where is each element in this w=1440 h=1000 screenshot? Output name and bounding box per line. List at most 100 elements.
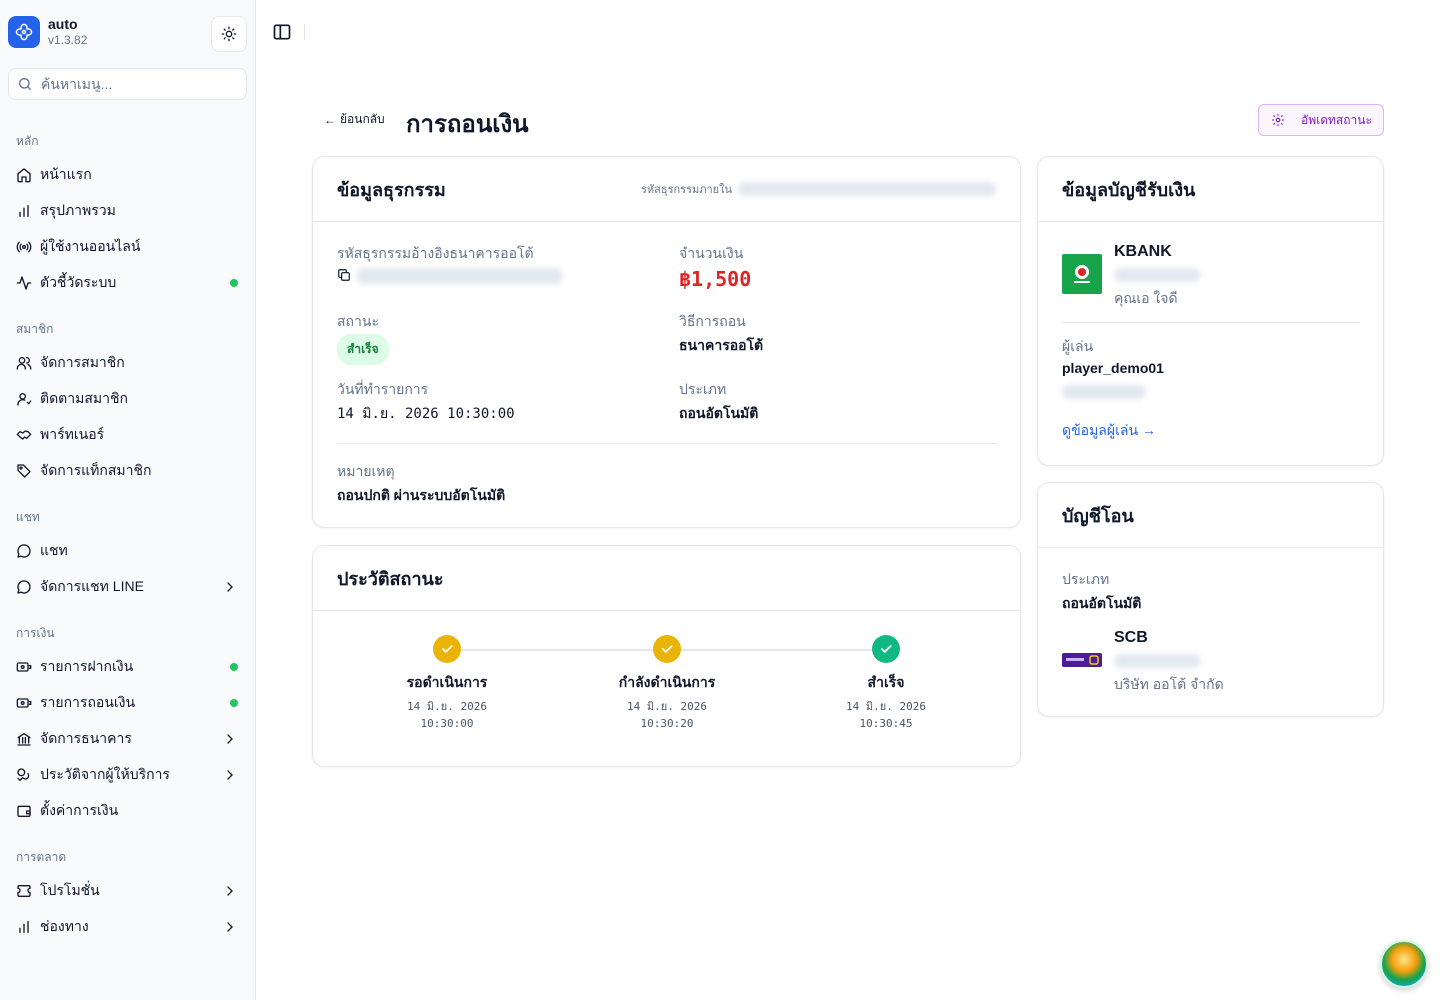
users-icon <box>16 355 32 371</box>
transfer-account-card: บัญชีโอน ประเภท ถอนอัตโนมัติ SCB บริษัท … <box>1037 482 1384 717</box>
scb-logo-icon <box>1062 653 1102 667</box>
amount-label: จำนวนเงิน <box>679 245 744 261</box>
nav-item-label: จัดการธนาคาร <box>40 730 132 746</box>
divider <box>1062 322 1360 323</box>
search-icon <box>19 78 31 90</box>
status-badge: สำเร็จ <box>337 334 389 365</box>
method-value: ธนาคารออโต้ <box>679 337 764 353</box>
internal-id-value <box>738 182 996 196</box>
step-label: กำลังดำเนินการ <box>618 674 716 690</box>
note-value: ถอนปกติ ผ่านระบบอัตโนมัติ <box>337 487 506 503</box>
nav-group-label-chat: แชท <box>16 510 40 524</box>
chevron-right-icon <box>227 770 233 780</box>
nav-item-label: รายการถอนเงิน <box>40 694 136 710</box>
chevron-right-icon <box>227 922 233 932</box>
nav-item-promotions[interactable]: โปรโมชั่น <box>8 875 246 907</box>
step-time: 10:30:00 <box>420 717 474 730</box>
status-dot <box>230 279 238 287</box>
nav-item-label: โปรโมชั่น <box>40 882 100 898</box>
chevron-right-icon <box>227 582 233 592</box>
nav-item-label: ผู้ใช้งานออนไลน์ <box>40 238 141 254</box>
transfer-holder: บริษัท ออโต้ จำกัด <box>1114 676 1224 692</box>
floating-avatar-button[interactable] <box>1380 940 1428 988</box>
update-status-label: อัพเดทสถานะ <box>1301 112 1372 127</box>
nav-item-partners[interactable]: พาร์ทเนอร์ <box>8 419 246 451</box>
nav-item-home[interactable]: หน้าแรก <box>8 159 246 191</box>
nav-item-online-users[interactable]: ผู้ใช้งานออนไลน์ <box>8 231 246 263</box>
nav-item-finance-settings[interactable]: ตั้งค่าการเงิน <box>8 795 246 827</box>
back-label: ย้อนกลับ <box>340 112 385 126</box>
date-value: 14 มิ.ย. 2026 10:30:00 <box>337 406 515 422</box>
step-label: สำเร็จ <box>867 674 905 690</box>
nav-item-system-metrics[interactable]: ตัวชี้วัดระบบ <box>8 267 246 299</box>
chat-icon <box>16 579 32 595</box>
nav-item-label: จัดการสมาชิก <box>40 354 125 370</box>
receiver-account-card: ข้อมูลบัญชีรับเงิน KBANK คุณเอ ใจดี ผู้เ… <box>1037 156 1384 466</box>
brand[interactable]: auto v1.3.82 <box>8 16 87 48</box>
nav-item-overview[interactable]: สรุปภาพรวม <box>8 195 246 227</box>
step-date: 14 มิ.ย. 2026 <box>407 700 487 713</box>
nav-group-label-main: หลัก <box>16 134 39 148</box>
timeline-step: รอดำเนินการ 14 มิ.ย. 2026 10:30:00 <box>367 635 527 732</box>
broadcast-icon <box>16 239 32 255</box>
nav-item-deposits[interactable]: รายการฝากเงิน <box>8 651 246 683</box>
search-input[interactable] <box>41 76 231 92</box>
gear-icon <box>1272 114 1284 126</box>
step-date: 14 มิ.ย. 2026 <box>627 700 707 713</box>
nav-item-member-tags[interactable]: จัดการแท็กสมาชิก <box>8 455 246 487</box>
sidebar-toggle-icon[interactable] <box>272 22 292 42</box>
nav-group-label-marketing: การตลาด <box>16 850 67 864</box>
nav-item-label: รายการฝากเงิน <box>40 658 134 674</box>
nav-item-manage-members[interactable]: จัดการสมาชิก <box>8 347 246 379</box>
nav-item-label: ประวัติจากผู้ให้บริการ <box>40 766 170 782</box>
menu-search[interactable] <box>8 68 247 100</box>
card-header: ประวัติสถานะ <box>313 546 1020 611</box>
back-link[interactable]: ← ย้อนกลับ <box>324 110 385 129</box>
bank-ref-value <box>357 268 562 284</box>
money-in-icon <box>16 659 32 675</box>
nav-item-label: จัดการแชท LINE <box>40 578 144 594</box>
note-label: หมายเหตุ <box>337 463 395 479</box>
check-icon <box>433 635 461 663</box>
nav-item-provider-history[interactable]: ประวัติจากผู้ให้บริการ <box>8 759 246 791</box>
card-title: ประวัติสถานะ <box>337 568 444 589</box>
nav-group-label-members: สมาชิก <box>16 322 54 336</box>
nav-item-label: แชท <box>40 542 68 558</box>
nav-item-label: หน้าแรก <box>40 166 92 182</box>
date-label: วันที่ทำรายการ <box>337 381 429 397</box>
timeline-step: กำลังดำเนินการ 14 มิ.ย. 2026 10:30:20 <box>587 635 747 732</box>
bank-icon <box>16 731 32 747</box>
divider <box>337 443 997 444</box>
nav-item-label: ตั้งค่าการเงิน <box>40 802 119 818</box>
user-track-icon <box>16 391 32 407</box>
view-player-link[interactable]: ดูข้อมูลผู้เล่น → <box>1062 420 1156 442</box>
receiver-holder: คุณเอ ใจดี <box>1114 290 1178 306</box>
receiver-bank: KBANK <box>1114 243 1172 260</box>
wallet-icon <box>16 803 32 819</box>
page-title: การถอนเงิน <box>406 111 529 138</box>
bar-chart-icon <box>16 919 32 935</box>
copy-icon[interactable] <box>337 268 351 282</box>
update-status-button[interactable]: อัพเดทสถานะ <box>1258 104 1384 136</box>
status-dot <box>230 663 238 671</box>
app-version: v1.3.82 <box>48 33 88 47</box>
nav-item-chat[interactable]: แชท <box>8 535 246 567</box>
nav-item-withdrawals[interactable]: รายการถอนเงิน <box>8 687 246 719</box>
nav-item-label: พาร์ทเนอร์ <box>40 426 105 442</box>
status-dot <box>230 699 238 707</box>
nav-item-line-chat[interactable]: จัดการแชท LINE <box>8 571 246 603</box>
card-title: ข้อมูลบัญชีรับเงิน <box>1062 179 1196 200</box>
bank-ref-label: รหัสธุรกรรมอ้างอิงธนาคารออโต้ <box>337 245 534 261</box>
nav-item-track-members[interactable]: ติดตามสมาชิก <box>8 383 246 415</box>
check-icon <box>872 635 900 663</box>
tag-icon <box>16 463 32 479</box>
nav-item-channels[interactable]: ช่องทาง <box>8 911 246 943</box>
card-title: ข้อมูลธุรกรรม <box>337 179 446 200</box>
status-label: สถานะ <box>337 313 379 329</box>
chat-icon <box>16 543 32 559</box>
divider <box>304 24 305 40</box>
nav-item-manage-banks[interactable]: จัดการธนาคาร <box>8 723 246 755</box>
theme-toggle-button[interactable] <box>211 16 247 52</box>
nav-item-label: ช่องทาง <box>40 918 89 934</box>
kbank-logo-icon <box>1062 254 1102 294</box>
